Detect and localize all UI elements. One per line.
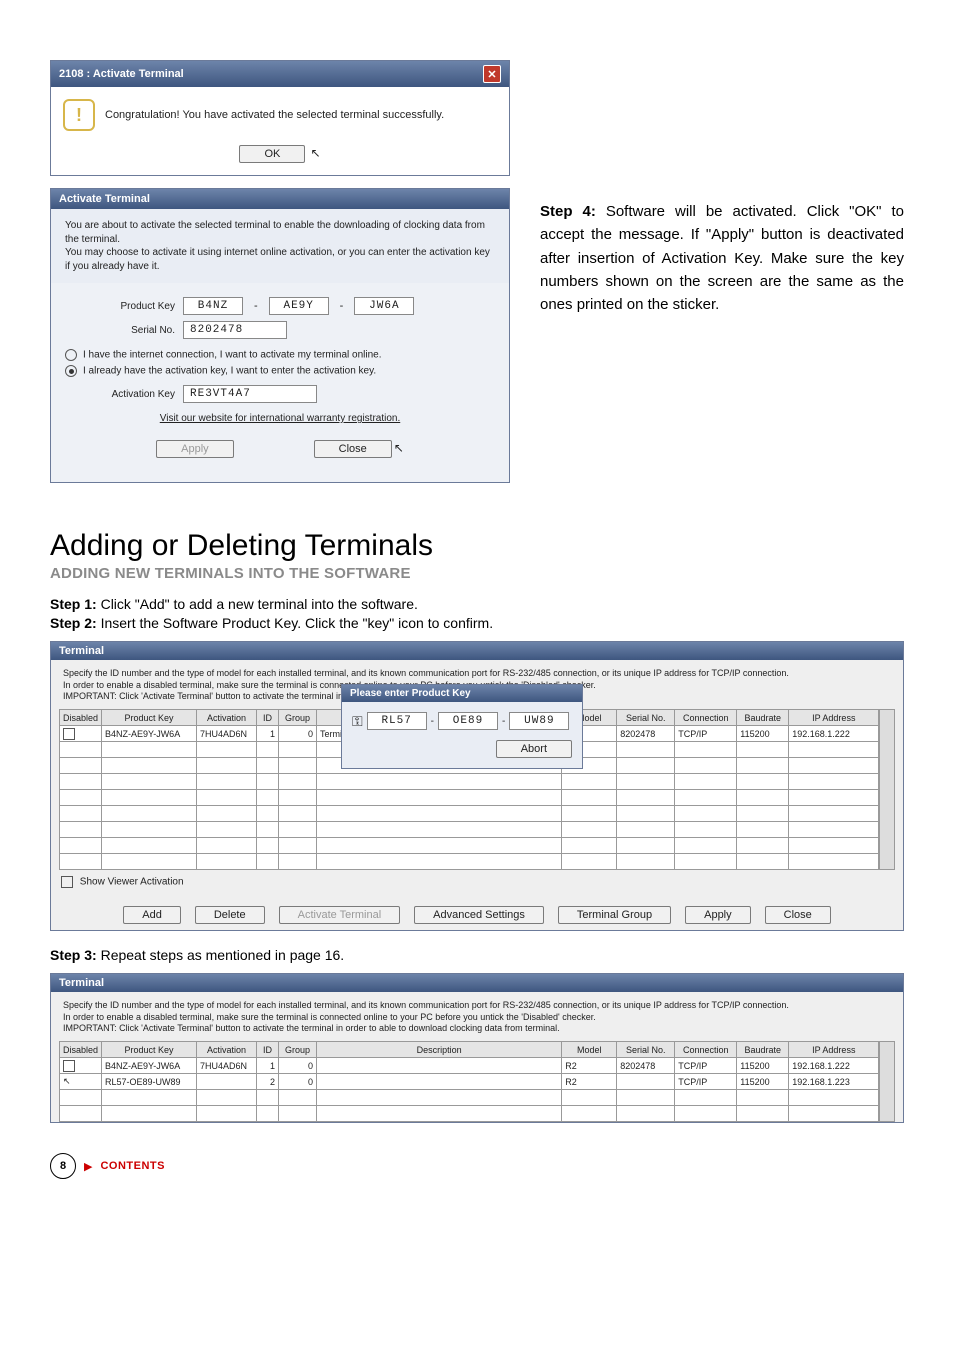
step1: Step 1: Click "Add" to add a new termina… (50, 596, 904, 612)
section-subheading: ADDING NEW TERMINALS INTO THE SOFTWARE (50, 565, 904, 582)
delete-button[interactable]: Delete (195, 906, 265, 924)
product-key-a: B4NZ (183, 297, 243, 315)
scrollbar[interactable] (879, 1041, 895, 1122)
terminal-group-button[interactable]: Terminal Group (558, 906, 671, 924)
popup-title: Please enter Product Key (342, 685, 582, 702)
close-button[interactable]: Close (314, 440, 392, 458)
add-button[interactable]: Add (123, 906, 181, 924)
dialog-titlebar: 2108 : Activate Terminal ✕ (51, 61, 509, 87)
terminal-title: Terminal (51, 974, 903, 992)
section-heading: Adding or Deleting Terminals (50, 529, 904, 563)
radio-have-key[interactable]: I already have the activation key, I wan… (65, 365, 495, 377)
step2: Step 2: Insert the Software Product Key.… (50, 615, 904, 631)
step4-text: Step 4: Software will be activated. Clic… (540, 60, 904, 316)
serial-label: Serial No. (65, 325, 175, 336)
cursor-icon: ↖ (394, 441, 404, 455)
abort-button[interactable]: Abort (496, 740, 572, 758)
show-viewer-checkbox[interactable] (61, 876, 73, 888)
dialog-title: 2108 : Activate Terminal (59, 68, 184, 80)
page-number: 8 (50, 1153, 76, 1179)
warranty-link[interactable]: Visit our website for international warr… (65, 413, 495, 424)
disabled-checkbox[interactable] (63, 728, 75, 740)
advanced-settings-button[interactable]: Advanced Settings (414, 906, 544, 924)
page-footer: 8 ▶ CONTENTS (50, 1153, 904, 1179)
serial-value: 8202478 (183, 321, 287, 339)
disabled-checkbox[interactable] (63, 1060, 75, 1072)
apply-button[interactable]: Apply (685, 906, 751, 924)
product-key-c: JW6A (354, 297, 414, 315)
pk-c[interactable]: UW89 (509, 712, 569, 730)
table-row[interactable]: B4NZ-AE9Y-JW6A7HU4AD6N 10 R28202478 TCP/… (60, 1058, 879, 1074)
contents-link[interactable]: CONTENTS (100, 1160, 165, 1172)
activate-terminal-panel: Activate Terminal You are about to activ… (50, 188, 510, 483)
activation-key-label: Activation Key (65, 389, 175, 400)
table-row[interactable]: ↖ RL57-OE89-UW89 20 R2 TCP/IP115200192.1… (60, 1074, 879, 1090)
pk-b[interactable]: OE89 (438, 712, 498, 730)
cursor-icon: ↖ (63, 1076, 71, 1086)
terminal-panel-2: Terminal Specify the ID number and the t… (50, 973, 904, 1123)
terminal-panel-1: Terminal Specify the ID number and the t… (50, 641, 904, 931)
key-icon[interactable]: ⚿ (352, 713, 363, 730)
close-button[interactable]: Close (765, 906, 831, 924)
product-key-label: Product Key (65, 301, 175, 312)
panel-title: Activate Terminal (59, 193, 150, 205)
product-key-popup: Please enter Product Key ⚿ RL57- OE89- U… (341, 684, 583, 769)
ok-button[interactable]: OK (239, 145, 305, 163)
table-header-row: DisabledProduct KeyActivationIDGroupDesc… (60, 1042, 879, 1058)
terminal-desc: Specify the ID number and the type of mo… (51, 992, 903, 1041)
panel-titlebar: Activate Terminal (51, 189, 509, 209)
success-message: Congratulation! You have activated the s… (105, 109, 444, 121)
apply-button: Apply (156, 440, 234, 458)
show-viewer-label: Show Viewer Activation (80, 877, 184, 888)
radio-online[interactable]: I have the internet connection, I want t… (65, 349, 495, 361)
close-icon[interactable]: ✕ (483, 65, 501, 83)
product-key-b: AE9Y (269, 297, 329, 315)
warning-icon: ! (63, 99, 95, 131)
activation-intro: You are about to activate the selected t… (51, 209, 509, 283)
terminal-table[interactable]: DisabledProduct KeyActivationIDGroupDesc… (59, 1041, 879, 1122)
activate-terminal-button: Activate Terminal (279, 906, 401, 924)
activation-key-input[interactable]: RE3VT4A7 (183, 385, 317, 403)
terminal-title: Terminal (51, 642, 903, 660)
triangle-icon: ▶ (84, 1160, 92, 1173)
cursor-icon: ↖ (310, 146, 320, 160)
step3: Step 3: Repeat steps as mentioned in pag… (50, 947, 904, 963)
activation-success-dialog: 2108 : Activate Terminal ✕ ! Congratulat… (50, 60, 510, 176)
pk-a[interactable]: RL57 (367, 712, 427, 730)
scrollbar[interactable] (879, 709, 895, 870)
